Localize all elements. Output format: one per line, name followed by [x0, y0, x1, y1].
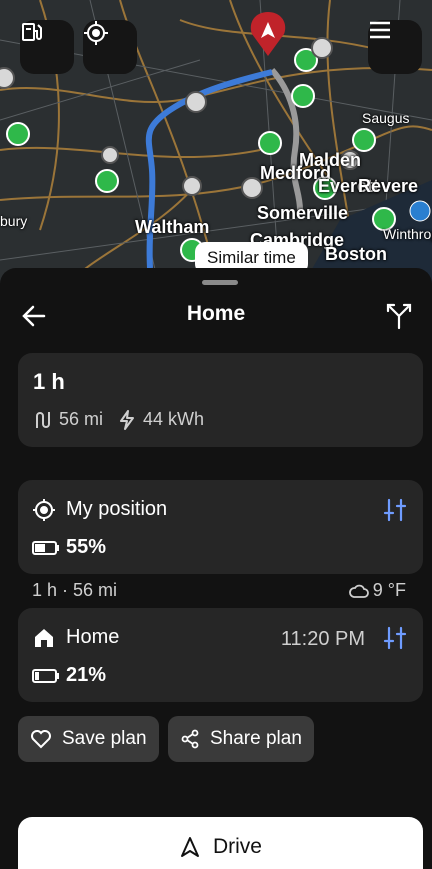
- my-position-icon: [33, 499, 55, 521]
- sheet-drag-handle[interactable]: [202, 280, 238, 285]
- ev-station-button[interactable]: [20, 20, 74, 74]
- leg-duration-distance: 1 h · 56 mi: [32, 580, 118, 600]
- route-energy: 44 kWh: [143, 409, 205, 429]
- share-icon: [181, 729, 199, 749]
- map-view[interactable]: Malden Medford Everett Revere Somerville…: [0, 0, 432, 290]
- adjust-settings-icon[interactable]: [383, 498, 407, 522]
- share-plan-button[interactable]: Share plan: [168, 716, 314, 762]
- destination-battery: 21%: [32, 664, 106, 687]
- battery-icon: [32, 540, 59, 555]
- temperature: 9 °F: [372, 580, 406, 600]
- arrival-time: 11:20 PM: [280, 628, 365, 650]
- locate-button[interactable]: [83, 20, 137, 74]
- hamburger-menu-icon: [370, 21, 390, 39]
- destination-stop-card[interactable]: Home 11:20 PM 21%: [18, 608, 423, 702]
- map-label-saugus: Saugus: [362, 110, 410, 126]
- map-label-winthrop: Winthrop: [383, 226, 432, 242]
- heart-icon: [31, 730, 51, 749]
- map-label-bury: bury: [0, 213, 28, 229]
- cloud-icon: [348, 584, 369, 598]
- map-label-revere: Revere: [358, 176, 419, 196]
- save-plan-button[interactable]: Save plan: [18, 716, 159, 762]
- map-label-somerville: Somerville: [257, 203, 349, 223]
- route-stats: 56 mi 44 kWh: [33, 409, 204, 430]
- adjust-settings-icon[interactable]: [383, 626, 407, 650]
- map-label-waltham: Waltham: [135, 217, 210, 237]
- crosshair-icon: [84, 21, 108, 45]
- drive-label: Drive: [212, 835, 262, 858]
- route-summary-card: 1 h 56 mi 44 kWh: [18, 353, 423, 447]
- leg-info: 1 h · 56 mi 9 °F: [32, 580, 406, 601]
- route-distance-icon: [36, 411, 50, 428]
- menu-button[interactable]: [368, 20, 422, 74]
- alternative-routes-icon[interactable]: [384, 300, 414, 330]
- battery-icon: [32, 668, 59, 683]
- map-label-boston: Boston: [325, 244, 387, 264]
- ev-station-icon: [22, 23, 42, 41]
- destination-name: Home: [66, 626, 120, 648]
- lightning-icon: [120, 409, 135, 430]
- route-distance: 56 mi: [59, 409, 104, 429]
- save-plan-label: Save plan: [62, 728, 147, 749]
- drive-button[interactable]: Drive: [18, 817, 423, 869]
- weather: 9 °F: [348, 580, 406, 601]
- origin-name: My position: [66, 498, 168, 520]
- origin-battery: 55%: [32, 536, 106, 559]
- page-title: Home: [186, 302, 246, 325]
- navigation-arrow-icon: [180, 837, 199, 857]
- share-plan-label: Share plan: [210, 728, 302, 749]
- origin-battery-level: 55%: [66, 536, 107, 558]
- destination-battery-level: 21%: [66, 664, 107, 686]
- origin-stop-card[interactable]: My position 55%: [18, 480, 423, 574]
- route-duration: 1 h: [33, 369, 65, 394]
- home-icon: [35, 629, 53, 647]
- route-sheet: Home 1 h 56 mi 44 kWh My position 55% 1 …: [0, 268, 432, 869]
- sheet-header: Home: [0, 298, 432, 334]
